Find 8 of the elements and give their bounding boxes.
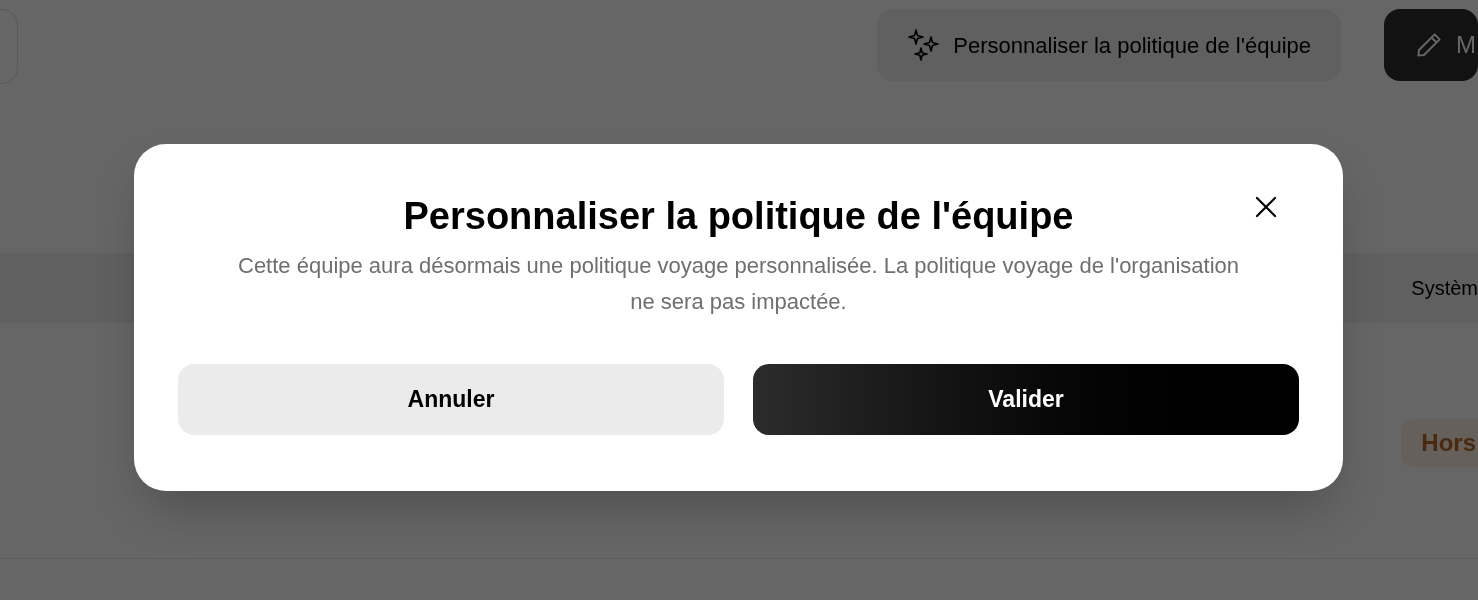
status-badge: Hors: [1401, 419, 1478, 467]
dialog-title: Personnaliser la politique de l'équipe: [403, 194, 1074, 239]
column-header: Systèm: [1411, 276, 1478, 301]
sparkles-icon: [907, 28, 942, 62]
cancel-button[interactable]: Annuler: [178, 364, 724, 435]
pencil-icon: [1414, 30, 1444, 60]
dialog-description: Cette équipe aura désormais une politique voyage personnalisée. La politique voyage de l'organisation ne sera pas impactée.: [237, 252, 1240, 316]
confirm-button[interactable]: Valider: [753, 364, 1299, 435]
